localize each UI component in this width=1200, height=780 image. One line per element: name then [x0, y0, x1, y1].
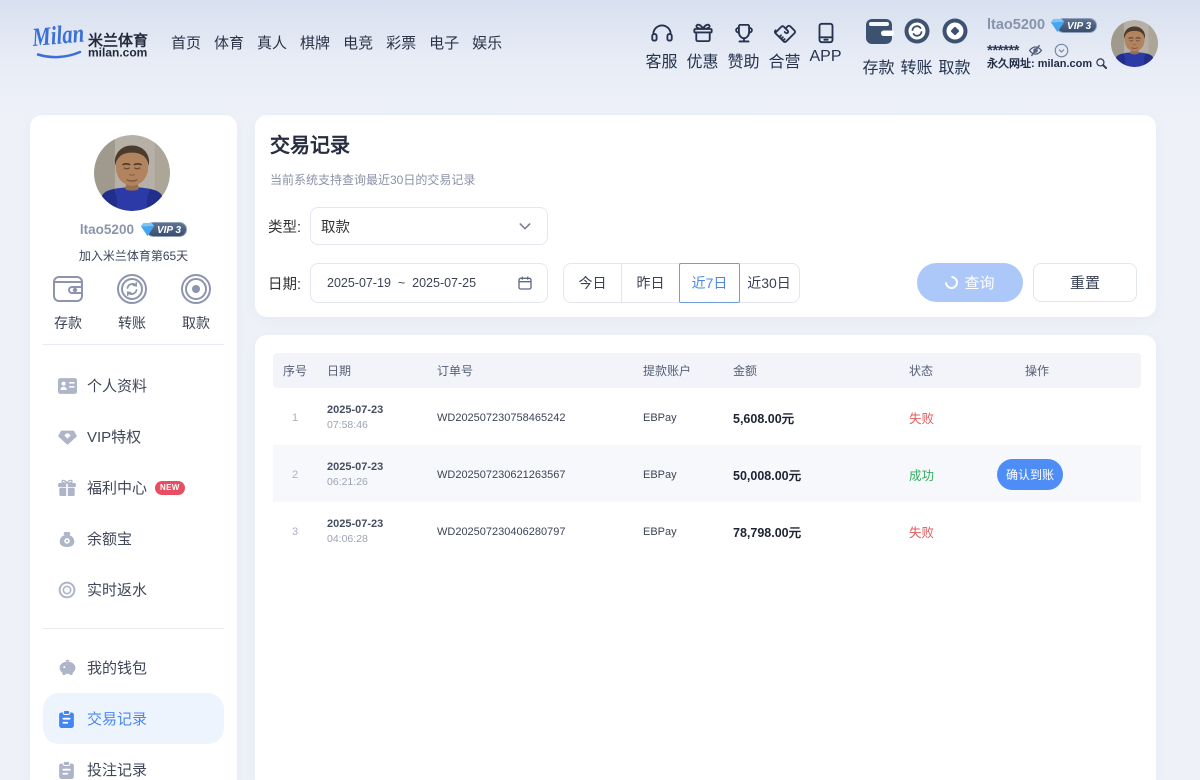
svg-text:milan.com: milan.com — [88, 46, 147, 60]
svg-text:Milan: Milan — [33, 19, 85, 52]
